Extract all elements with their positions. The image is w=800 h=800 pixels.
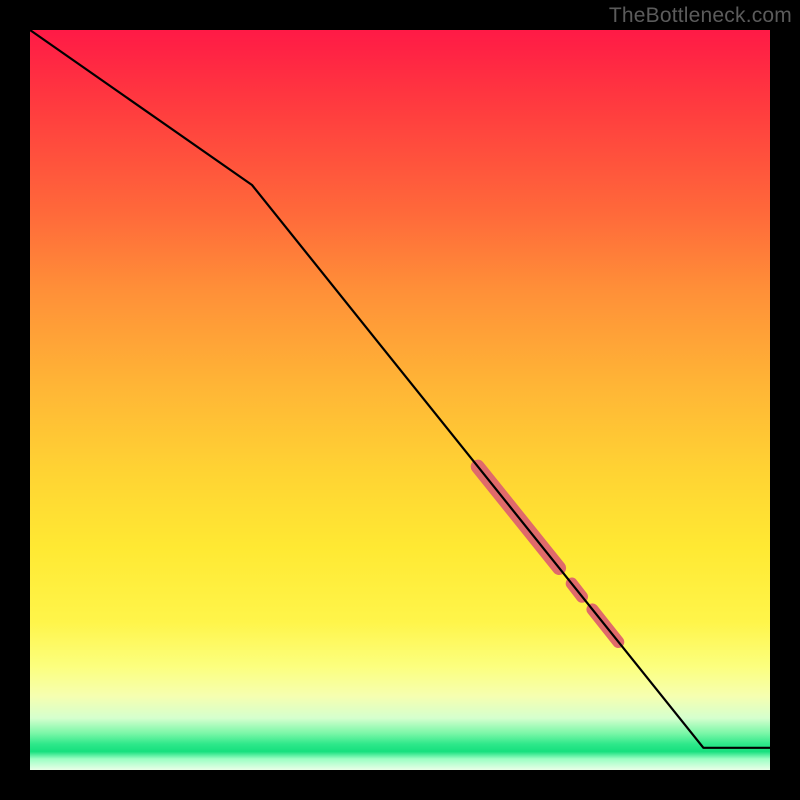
chart-stage: TheBottleneck.com [0,0,800,800]
plot-svg [30,30,770,770]
plot-area [30,30,770,770]
main-curve [30,30,770,748]
watermark-text: TheBottleneck.com [609,4,792,28]
